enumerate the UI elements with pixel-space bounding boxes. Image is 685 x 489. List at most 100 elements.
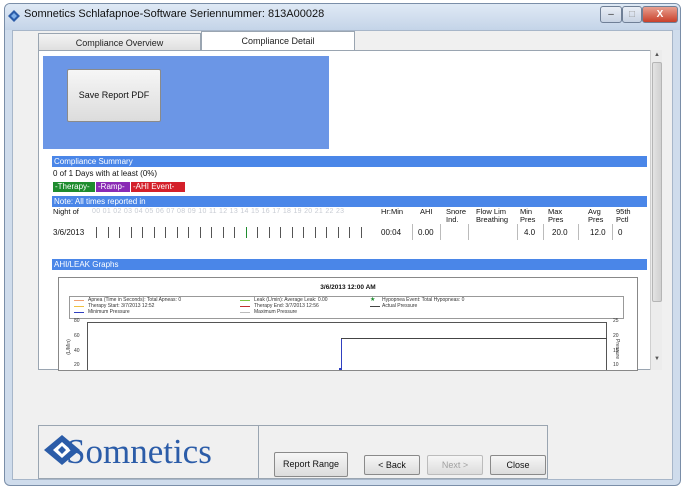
- flow-lim-header: Flow Lim Breathing: [476, 207, 509, 224]
- hour-tick: [165, 227, 166, 238]
- column-divider: [412, 224, 413, 240]
- right-tick-15: 15: [613, 348, 619, 354]
- save-report-pdf-button[interactable]: Save Report PDF: [67, 69, 161, 122]
- app-logo-icon: [8, 9, 20, 22]
- hour-tick: [130, 227, 132, 238]
- hr-min-header: Hr:Min: [381, 207, 404, 216]
- right-tick-25: 25: [613, 318, 619, 324]
- somnetics-logo-text: Somnetics: [66, 432, 212, 471]
- right-tick-10: 10: [613, 362, 619, 368]
- hour-tick: [349, 227, 350, 238]
- hour-tick: [119, 227, 120, 238]
- ramp-legend: -Ramp-: [96, 182, 130, 192]
- column-divider: [517, 224, 518, 240]
- hour-tick: [291, 227, 293, 238]
- left-tick-20: 20: [74, 362, 80, 368]
- scroll-down-icon[interactable]: ▼: [652, 356, 662, 364]
- column-divider: [468, 224, 469, 240]
- left-axis-label: (L/Min): [65, 339, 72, 355]
- tab-compliance-detail[interactable]: Compliance Detail: [201, 31, 355, 51]
- column-divider: [612, 224, 613, 240]
- plot-area: [87, 322, 607, 370]
- hr-min-cell: 00:04: [381, 228, 402, 237]
- ahi-header: AHI: [420, 207, 433, 216]
- hypopnea-marker-icon: ★: [370, 297, 376, 303]
- night-of-header: Night of: [53, 207, 79, 216]
- hours-header: 00 01 02 03 04 05 06 07 08 09 10 11 12 1…: [92, 208, 345, 215]
- column-divider: [440, 224, 441, 240]
- left-tick-40: 40: [74, 348, 80, 354]
- hour-tick: [188, 227, 189, 238]
- hour-tick: [176, 227, 178, 238]
- max-pres-header: Max Pres: [548, 207, 564, 224]
- hour-tick: [360, 227, 362, 238]
- note-bar: Note: All times reported in: [52, 196, 647, 207]
- therapy-end-legend-swatch: [240, 306, 250, 307]
- hour-tick: [268, 227, 270, 238]
- hour-tick: [234, 227, 235, 238]
- close-button[interactable]: Close: [490, 455, 546, 475]
- ahi-event-legend: -AHI Event-: [131, 182, 185, 192]
- column-divider: [578, 224, 579, 240]
- actual-pressure-line: [341, 338, 607, 339]
- next-button[interactable]: Next >: [427, 455, 483, 475]
- hour-tick: [326, 227, 327, 238]
- close-window-button[interactable]: X: [642, 6, 678, 23]
- maximize-button[interactable]: □: [622, 6, 642, 23]
- legend-max-pressure: Maximum Pressure: [254, 309, 298, 315]
- scroll-up-icon[interactable]: ▲: [652, 52, 662, 60]
- max-pres-cell: 20.0: [552, 228, 568, 237]
- hour-tick: [142, 227, 143, 238]
- left-tick-60: 60: [74, 333, 80, 339]
- legend-actual-pressure: Actual Pressure: [382, 303, 418, 309]
- pressure-step-line: [341, 338, 342, 370]
- night-date-cell: 3/6/2013: [53, 228, 85, 237]
- hour-tick: [303, 227, 304, 238]
- leak-legend-swatch: [240, 300, 250, 301]
- apnea-legend-swatch: [74, 300, 84, 301]
- minimize-button[interactable]: –: [600, 6, 622, 23]
- hour-tick: [314, 227, 316, 238]
- legend-min-pressure: Minimum Pressure: [88, 309, 130, 315]
- hour-tick: [280, 227, 281, 238]
- p95-cell: 0: [618, 228, 623, 237]
- compliance-summary-header: Compliance Summary: [52, 156, 647, 167]
- hour-tick: [337, 227, 339, 238]
- right-tick-20: 20: [613, 333, 619, 339]
- min-pres-cell: 4.0: [524, 228, 536, 237]
- back-button[interactable]: < Back: [364, 455, 420, 475]
- min-pressure-marker: [339, 368, 341, 370]
- avg-pres-cell: 12.0: [590, 228, 606, 237]
- scroll-thumb[interactable]: [652, 62, 662, 302]
- min-pres-header: Min Pres: [520, 207, 536, 224]
- tab-compliance-overview[interactable]: Compliance Overview: [38, 33, 201, 51]
- ahi-leak-graph: 3/6/2013 12:00 AM Apnea (Time in Seconds…: [58, 277, 638, 371]
- report-range-button[interactable]: Report Range: [274, 452, 348, 477]
- hour-tick: [211, 227, 212, 238]
- window-title: Somnetics Schlafapnoe-Software Seriennum…: [24, 8, 325, 20]
- hour-tick: [245, 227, 247, 238]
- column-divider: [543, 224, 544, 240]
- graph-legend: Apnea (Time in Seconds): Total Apneas: 0…: [69, 296, 624, 319]
- ahi-cell: 0.00: [418, 228, 434, 237]
- footer-divider: [258, 425, 259, 479]
- p95-header: 95th Pctl: [616, 207, 631, 224]
- ahi-leak-graphs-header: AHI/LEAK Graphs: [52, 259, 647, 270]
- hour-tick: [107, 227, 109, 238]
- avg-pres-header: Avg Pres: [588, 207, 604, 224]
- compliance-days-text: 0 of 1 Days with at least (0%): [53, 169, 158, 178]
- therapy-start-legend-swatch: [74, 306, 84, 307]
- left-tick-80: 80: [74, 318, 80, 324]
- snore-header: Snore Ind.: [446, 207, 467, 224]
- hour-tick: [199, 227, 201, 238]
- actual-pressure-legend-swatch: [370, 306, 380, 307]
- therapy-legend: -Therapy-: [53, 182, 95, 192]
- vertical-scrollbar[interactable]: ▲ ▼: [650, 50, 662, 370]
- hour-tick: [222, 227, 224, 238]
- hour-tick: [153, 227, 155, 238]
- min-pressure-legend-swatch: [74, 312, 84, 313]
- hour-tick: [257, 227, 258, 238]
- max-pressure-legend-swatch: [240, 312, 250, 313]
- hour-tick: [96, 227, 97, 238]
- graph-title: 3/6/2013 12:00 AM: [320, 284, 376, 291]
